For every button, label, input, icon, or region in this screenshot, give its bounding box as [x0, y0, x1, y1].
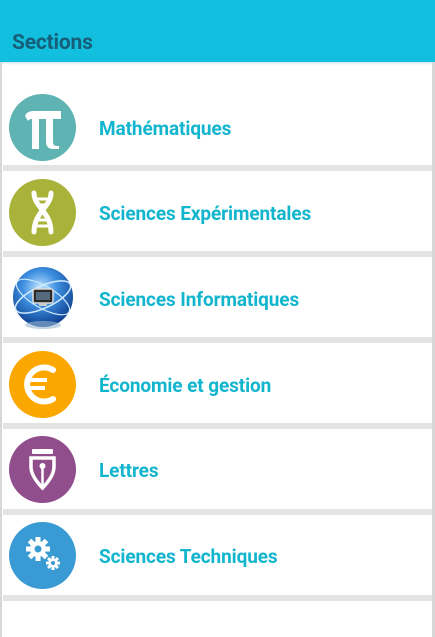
section-label: Sciences Techniques: [99, 545, 278, 568]
gears-icon: [9, 522, 76, 589]
page-title: Sections: [12, 31, 93, 55]
section-label: Économie et gestion: [99, 374, 272, 397]
pen-nib-icon: [9, 436, 76, 503]
list-item-mathematiques[interactable]: Mathématiques: [0, 65, 435, 165]
section-label: Lettres: [99, 459, 159, 482]
app-bar: Sections: [0, 0, 435, 62]
dna-icon: [9, 179, 76, 246]
frame-border-left: [0, 62, 2, 637]
euro-icon: [9, 351, 76, 418]
sections-list: Mathématiques Sciences Expérimentales Sc…: [0, 65, 435, 637]
computer-globe-icon: [9, 265, 76, 332]
pi-icon: [9, 94, 76, 161]
section-label: Sciences Informatiques: [99, 288, 300, 311]
section-label: Sciences Expérimentales: [99, 202, 312, 225]
section-label: Mathématiques: [99, 117, 232, 140]
row-divider: [3, 595, 432, 601]
